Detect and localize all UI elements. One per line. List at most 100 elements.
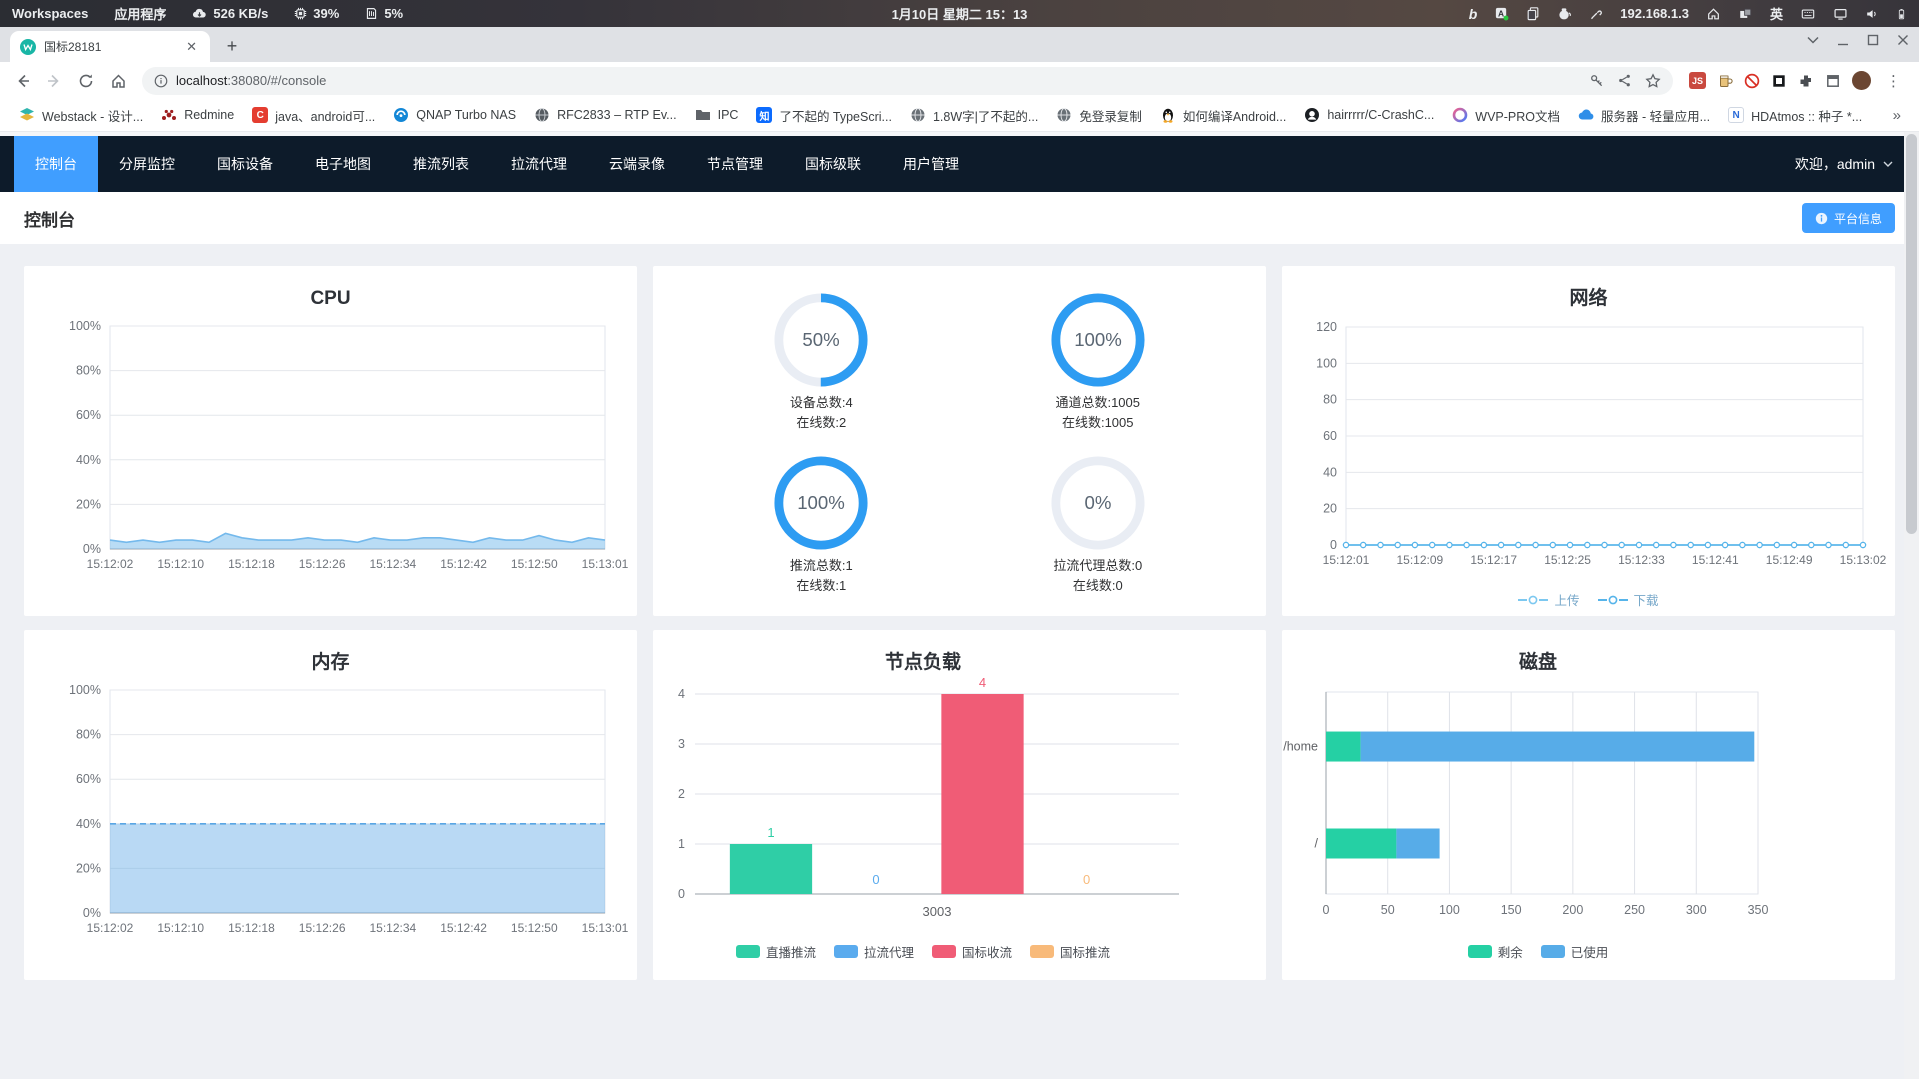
bookmark-item[interactable]: 服务器 - 轻量应用... — [1569, 102, 1719, 129]
new-tab-button[interactable]: + — [218, 32, 246, 60]
legend-label: 剩余 — [1497, 946, 1523, 960]
maximize-icon[interactable] — [1867, 34, 1879, 46]
clock[interactable]: 1月10日 星期二 15：13 — [892, 4, 1028, 23]
keyboard-layout-icon[interactable] — [1800, 7, 1816, 21]
scrollbar-thumb[interactable] — [1906, 134, 1917, 534]
platform-info-button[interactable]: 平台信息 — [1801, 203, 1895, 233]
bookmark-item[interactable]: hairrrrr/C-CrashC... — [1295, 103, 1443, 127]
bookmark-item[interactable]: 知了不起的 TypeScri... — [747, 102, 901, 129]
network-speed-indicator[interactable]: 526 KB/s — [192, 6, 268, 21]
legend-item[interactable]: 直播推流 — [735, 942, 816, 961]
bookmark-item[interactable]: Webstack - 设计... — [10, 102, 152, 129]
svg-text:40%: 40% — [76, 817, 101, 831]
minimize-icon[interactable] — [1837, 34, 1849, 46]
close-window-icon[interactable] — [1897, 34, 1909, 46]
network-speed-label: 526 KB/s — [213, 6, 269, 21]
svg-text:0%: 0% — [83, 906, 101, 920]
svg-text:15:12:26: 15:12:26 — [299, 921, 346, 935]
nav-tab[interactable]: 国标级联 — [784, 136, 882, 192]
browser-tab[interactable]: 国标28181 ✕ — [10, 31, 210, 62]
tab-close-icon[interactable]: ✕ — [183, 39, 200, 55]
share-icon[interactable] — [1617, 73, 1632, 88]
svg-text:40: 40 — [1323, 465, 1337, 479]
bookmark-star-icon[interactable] — [1645, 72, 1661, 89]
forward-button[interactable] — [40, 67, 68, 95]
legend-item[interactable]: 下载 — [1597, 590, 1659, 609]
bing-tray-icon[interactable]: b — [1469, 6, 1478, 22]
adblock-extension-icon[interactable] — [1744, 73, 1760, 89]
nav-tab[interactable]: 国标设备 — [196, 136, 294, 192]
color-picker-icon[interactable] — [1589, 7, 1603, 21]
user-menu[interactable]: 欢迎，admin — [1795, 154, 1893, 174]
memory-usage-indicator[interactable]: 5% — [365, 6, 403, 21]
screenshot-extension-icon[interactable] — [1771, 73, 1787, 89]
nav-tab[interactable]: 用户管理 — [882, 136, 980, 192]
beer-extension-icon[interactable] — [1717, 73, 1733, 89]
svg-text:0: 0 — [678, 887, 685, 901]
nav-tab[interactable]: 分屏监控 — [98, 136, 196, 192]
bookmark-item[interactable]: RFC2833 – RTP Ev... — [525, 103, 686, 127]
puzzle-extension-icon[interactable] — [1798, 73, 1814, 89]
legend-item[interactable]: 上传 — [1518, 590, 1580, 609]
nav-tab[interactable]: 电子地图 — [294, 136, 392, 192]
address-bar[interactable]: localhost:38080/#/console — [142, 66, 1673, 95]
legend-item[interactable]: 国标收流 — [932, 942, 1012, 961]
battery-icon[interactable] — [1896, 6, 1907, 22]
nav-tab[interactable]: 云端录像 — [588, 136, 686, 192]
bookmark-item[interactable]: WVP-PRO文档 — [1443, 102, 1569, 129]
cpu-usage-indicator[interactable]: 39% — [294, 6, 339, 21]
legend-item[interactable]: 已使用 — [1540, 942, 1609, 961]
cloud-download-icon — [192, 7, 207, 21]
volume-icon[interactable] — [1865, 7, 1879, 21]
bookmarks-list: Webstack - 设计... Redmine Cjava、android可...… — [10, 102, 1871, 129]
site-info-icon[interactable] — [154, 74, 168, 88]
nav-tab[interactable]: 节点管理 — [686, 136, 784, 192]
page-scrollbar[interactable] — [1904, 132, 1919, 1079]
chevron-down-icon[interactable] — [1807, 36, 1819, 44]
svg-text:15:12:26: 15:12:26 — [299, 557, 346, 571]
screenshot-tool-icon[interactable]: A — [1494, 6, 1509, 21]
legend-item[interactable]: 剩余 — [1467, 942, 1523, 961]
applications-button[interactable]: 应用程序 — [114, 4, 166, 23]
legend-label: 拉流代理 — [863, 946, 914, 960]
bookmark-item[interactable]: IPC — [686, 103, 748, 127]
browser-menu-icon[interactable]: ⋮ — [1882, 72, 1905, 90]
svg-text:300: 300 — [1686, 903, 1707, 917]
ip-address-indicator[interactable]: 192.168.1.3 — [1620, 6, 1689, 21]
nav-tab[interactable]: 拉流代理 — [490, 136, 588, 192]
svg-text:100: 100 — [1439, 903, 1460, 917]
nav-tab[interactable]: 控制台 — [14, 136, 98, 192]
password-key-icon[interactable] — [1589, 73, 1604, 88]
legend-label: 已使用 — [1570, 946, 1609, 960]
bookmark-item[interactable]: 免登录复制 — [1047, 102, 1151, 129]
workspaces-button[interactable]: Workspaces — [12, 6, 88, 21]
kettle-tray-icon[interactable] — [1557, 6, 1572, 21]
display-tray-icon[interactable] — [1833, 7, 1848, 21]
copy-tray-icon[interactable] — [1526, 6, 1540, 21]
svg-text:100%: 100% — [797, 492, 845, 513]
input-method-indicator[interactable]: 英 — [1770, 4, 1783, 23]
workspace-switcher-icon[interactable] — [1738, 7, 1753, 21]
bookmark-item[interactable]: 如何编译Android... — [1151, 102, 1296, 129]
home-button[interactable] — [104, 67, 132, 95]
nav-tab[interactable]: 推流列表 — [392, 136, 490, 192]
bookmark-item[interactable]: 1.8W字|了不起的... — [901, 102, 1047, 129]
profile-avatar[interactable] — [1852, 71, 1871, 90]
bookmark-label: java、android可... — [275, 109, 376, 124]
bookmark-item[interactable]: N HDAtmos :: 种子 *... — [1719, 102, 1871, 129]
bookmarks-bar: Webstack - 设计... Redmine Cjava、android可...… — [0, 99, 1919, 132]
bookmark-label: Webstack - 设计... — [42, 109, 144, 124]
chevron-down-icon — [1883, 161, 1893, 168]
frame-extension-icon[interactable] — [1825, 73, 1841, 89]
reload-button[interactable] — [72, 67, 100, 95]
svg-text:0: 0 — [1323, 903, 1330, 917]
bookmarks-overflow-chevron[interactable]: » — [1893, 107, 1909, 124]
back-button[interactable] — [8, 67, 36, 95]
legend-item[interactable]: 国标推流 — [1030, 942, 1110, 961]
bookmark-item[interactable]: Cjava、android可... — [243, 102, 384, 129]
home-tray-icon[interactable] — [1706, 7, 1721, 21]
legend-item[interactable]: 拉流代理 — [833, 942, 914, 961]
js-extension-icon[interactable]: JS — [1689, 72, 1706, 89]
bookmark-item[interactable]: QNAP Turbo NAS — [384, 103, 525, 127]
bookmark-item[interactable]: Redmine — [152, 103, 243, 127]
